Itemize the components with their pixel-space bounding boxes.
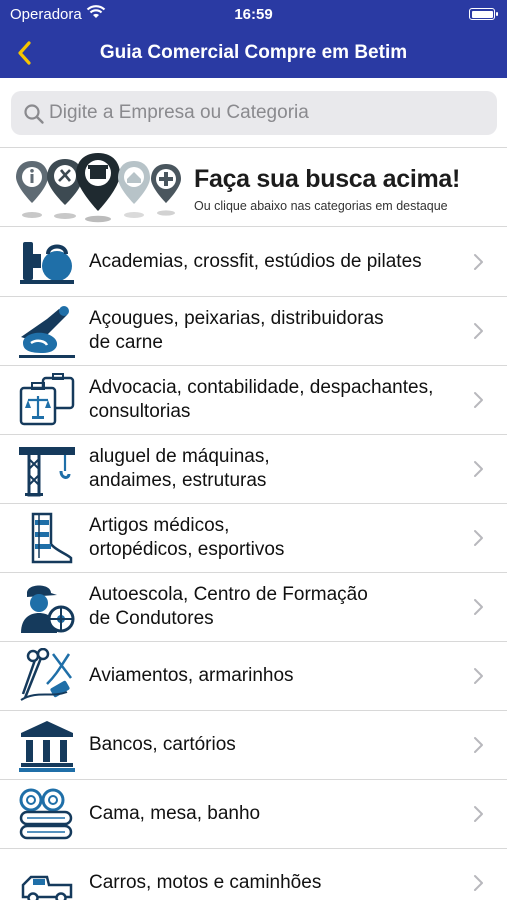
- pickup-truck-icon: [21, 875, 73, 900]
- category-row-carros[interactable]: Carros, motos e caminhões: [0, 849, 507, 900]
- category-label: Cama, mesa, banho: [89, 803, 261, 824]
- info-pin-icon: [16, 161, 48, 218]
- orthopedic-brace-icon: [31, 512, 73, 564]
- category-label: Advocacia, contabilidade, despachantes, …: [89, 377, 434, 422]
- search-input[interactable]: [49, 99, 479, 127]
- chevron-right-icon: [474, 668, 483, 684]
- category-row-acougues[interactable]: Açougues, peixarias, distribuidoras de c…: [0, 297, 507, 366]
- navigation-bar: Guia Comercial Compre em Betim: [0, 30, 507, 78]
- category-label: Aviamentos, armarinhos: [89, 665, 294, 686]
- home-pin-icon: [118, 161, 150, 218]
- page-title: Guia Comercial Compre em Betim: [99, 42, 408, 63]
- category-label: aluguel de máquinas, andaimes, estrutura…: [89, 446, 270, 491]
- chevron-right-icon: [474, 323, 483, 339]
- category-label: Autoescola, Centro de Formação de Condut…: [89, 584, 368, 629]
- category-list: Academias, crossfit, estúdios de pilates…: [0, 228, 507, 900]
- banner-subtitle: Ou clique abaixo nas categorias em desta…: [194, 199, 448, 213]
- category-row-aviamentos[interactable]: Aviamentos, armarinhos: [0, 642, 507, 711]
- category-row-cama-mesa-banho[interactable]: Cama, mesa, banho: [0, 780, 507, 849]
- category-label: Açougues, peixarias, distribuidoras de c…: [89, 308, 384, 353]
- search-bar-container: [0, 78, 507, 148]
- dumbbell-kettlebell-icon: [20, 242, 74, 284]
- briefcase-scales-icon: [19, 373, 75, 426]
- shop-pin-icon: [76, 153, 120, 223]
- search-bar[interactable]: [11, 91, 497, 135]
- chevron-right-icon: [474, 461, 483, 477]
- search-icon: [24, 104, 44, 124]
- status-bar: Operadora 16:59: [0, 0, 507, 30]
- category-row-aluguel-maquinas[interactable]: aluguel de máquinas, andaimes, estrutura…: [0, 435, 507, 504]
- chevron-right-icon: [474, 530, 483, 546]
- chevron-right-icon: [474, 254, 483, 270]
- chevron-right-icon: [474, 737, 483, 753]
- chevron-right-icon: [474, 875, 483, 891]
- chevron-right-icon: [474, 392, 483, 408]
- map-pins-graphic: [16, 153, 181, 223]
- category-row-bancos[interactable]: Bancos, cartórios: [0, 711, 507, 780]
- battery-icon: [469, 8, 498, 20]
- category-label: Carros, motos e caminhões: [89, 872, 322, 893]
- category-row-artigos-medicos[interactable]: Artigos médicos, ortopédicos, esportivos: [0, 504, 507, 573]
- category-row-academias[interactable]: Academias, crossfit, estúdios de pilates: [0, 228, 507, 297]
- bank-building-icon: [19, 721, 75, 772]
- crane-icon: [19, 447, 75, 497]
- meat-grinder-icon: [19, 306, 75, 358]
- category-row-advocacia[interactable]: Advocacia, contabilidade, despachantes, …: [0, 366, 507, 435]
- category-label: Artigos médicos, ortopédicos, esportivos: [89, 515, 285, 560]
- driving-instructor-icon: [21, 585, 75, 633]
- search-hint-banner: Faça sua busca acima! Ou clique abaixo n…: [0, 149, 507, 227]
- clock: 16:59: [234, 6, 273, 23]
- category-row-autoescola[interactable]: Autoescola, Centro de Formação de Condut…: [0, 573, 507, 642]
- banner-headline: Faça sua busca acima!: [194, 165, 461, 193]
- scissors-thread-icon: [20, 648, 72, 701]
- chevron-right-icon: [474, 599, 483, 615]
- chevron-right-icon: [474, 806, 483, 822]
- category-label: Academias, crossfit, estúdios de pilates: [89, 251, 422, 272]
- plus-pin-icon: [151, 164, 181, 216]
- towels-stack-icon: [19, 788, 73, 840]
- category-label: Bancos, cartórios: [89, 734, 236, 755]
